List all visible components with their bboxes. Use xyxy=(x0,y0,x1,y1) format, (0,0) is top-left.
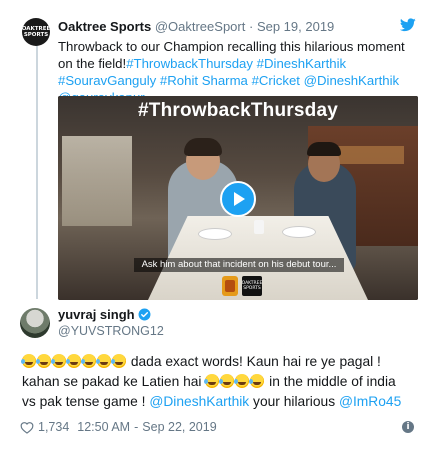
mention-dineshkarthik-reply[interactable]: @DineshKarthik xyxy=(149,394,249,409)
oaktree-avatar[interactable]: OAKTREE SPORTS xyxy=(22,18,50,46)
reply-tweet-footer: 1,734 12:50 AM - Sep 22, 2019 xyxy=(20,420,217,434)
yuvraj-avatar[interactable] xyxy=(20,308,50,338)
laughing-emoji-icon xyxy=(204,374,220,388)
laughing-emoji-icon xyxy=(249,374,265,388)
quoted-tweet[interactable]: OAKTREE SPORTS Oaktree Sports @OaktreeSp… xyxy=(8,6,424,301)
verified-badge-icon xyxy=(138,308,151,321)
tweet-date[interactable]: Sep 22, 2019 xyxy=(142,420,216,434)
laughing-emoji-icon xyxy=(36,354,51,368)
video-logo-left-icon xyxy=(222,276,238,296)
video-logo-right: OAKTREE SPORTS xyxy=(242,276,262,296)
laughing-emoji-group-2 xyxy=(204,374,265,389)
hashtag-rohit[interactable]: #Rohit xyxy=(160,73,198,88)
hashtag-souravganguly[interactable]: #SouravGanguly xyxy=(58,73,156,88)
hashtag-cricket[interactable]: #Cricket xyxy=(252,73,300,88)
mention-dineshkarthik[interactable]: @DineshKarthik xyxy=(304,73,399,88)
twitter-bird-icon[interactable] xyxy=(400,18,416,32)
laughing-emoji-icon xyxy=(81,354,96,368)
like-count[interactable]: 1,734 xyxy=(38,420,69,434)
play-icon[interactable] xyxy=(220,181,256,217)
header-separator: · xyxy=(248,19,254,34)
quoted-author-name[interactable]: Oaktree Sports xyxy=(58,19,151,34)
cup xyxy=(254,220,264,234)
laughing-emoji-icon xyxy=(219,374,235,388)
hashtag-throwbackthursday[interactable]: #ThrowbackThursday xyxy=(126,56,253,71)
heart-icon[interactable] xyxy=(20,421,34,434)
reply-text-part-3: in the middle of india xyxy=(265,374,396,389)
quoted-author-handle[interactable]: @OaktreeSport xyxy=(155,19,246,34)
tweet-time[interactable]: 12:50 AM xyxy=(77,420,130,434)
quoted-tweet-date[interactable]: Sep 19, 2019 xyxy=(257,19,334,34)
laughing-emoji-icon xyxy=(66,354,81,368)
plate-left xyxy=(198,228,232,240)
video-logo-left-inner xyxy=(225,280,235,292)
reply-tweet-text: dada exact words! Kaun hai re ye pagal !… xyxy=(21,352,424,412)
video-window xyxy=(62,136,132,226)
footer-separator: - xyxy=(134,420,139,434)
video-title: #ThrowbackThursday xyxy=(138,100,338,121)
reply-text-part-2: kahan se pakad ke Latien hai xyxy=(22,374,206,389)
play-triangle xyxy=(234,192,245,206)
laughing-emoji-group-1 xyxy=(21,354,127,369)
laughing-emoji-icon xyxy=(234,374,250,388)
reply-author-name-row: yuvraj singh xyxy=(58,307,164,322)
video-player[interactable]: #ThrowbackThursday Ask him about that in… xyxy=(58,96,418,300)
hashtag-dineshkarthik[interactable]: #DineshKarthik xyxy=(257,56,346,71)
mention-imro45[interactable]: @ImRo45 xyxy=(339,394,401,409)
quoted-tweet-header: Oaktree Sports @OaktreeSport · Sep 19, 2… xyxy=(58,19,334,34)
laughing-emoji-icon xyxy=(51,354,66,368)
hashtag-sharma[interactable]: Sharma xyxy=(202,73,248,88)
laughing-emoji-icon xyxy=(111,354,126,368)
video-caption: Ask him about that incident on his debut… xyxy=(134,258,344,272)
info-icon[interactable]: i xyxy=(402,421,414,433)
person-left-hair xyxy=(184,138,222,156)
plate-right xyxy=(282,226,316,238)
reply-author-handle[interactable]: @YUVSTRONG12 xyxy=(58,324,164,338)
person-right-hair xyxy=(307,142,341,156)
reply-text-part-1: dada exact words! Kaun hai re ye pagal ! xyxy=(127,354,381,369)
laughing-emoji-icon xyxy=(96,354,111,368)
thread-rail xyxy=(36,44,38,299)
reply-text-part-4: vs pak tense game ! xyxy=(22,394,150,409)
reply-author-name[interactable]: yuvraj singh xyxy=(58,307,135,322)
laughing-emoji-icon xyxy=(21,354,36,368)
reply-text-part-5: your hilarious xyxy=(249,394,339,409)
reply-tweet-header: yuvraj singh @YUVSTRONG12 xyxy=(58,307,164,338)
oaktree-avatar-logo: OAKTREE SPORTS xyxy=(22,26,50,38)
